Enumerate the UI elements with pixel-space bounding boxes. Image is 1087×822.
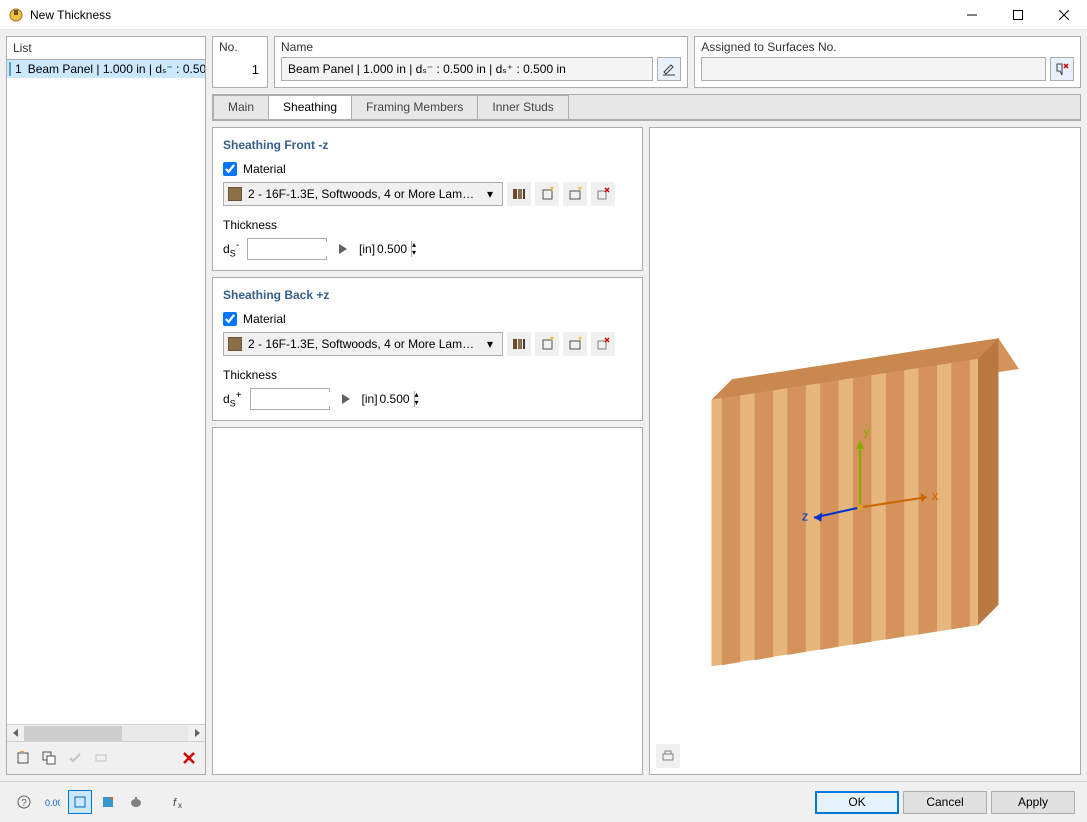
- view-mode-button[interactable]: [68, 790, 92, 814]
- print-preview-button[interactable]: [656, 744, 680, 768]
- sheathing-front-thickness-input[interactable]: [248, 242, 411, 256]
- list-item-swatch: [9, 62, 11, 76]
- no-value[interactable]: 1: [213, 57, 267, 87]
- sheathing-front-material-checkbox[interactable]: [223, 162, 237, 176]
- axis-z-label: z: [801, 509, 808, 524]
- name-label: Name: [275, 37, 687, 57]
- units-button[interactable]: 0.00: [40, 790, 64, 814]
- render-button[interactable]: [124, 790, 148, 814]
- axis-y-label: y: [863, 424, 870, 439]
- material-new-button[interactable]: [535, 332, 559, 356]
- preview-pane: x y z: [649, 127, 1082, 775]
- window-title: New Thickness: [30, 8, 949, 22]
- cancel-button[interactable]: Cancel: [903, 791, 987, 814]
- sheathing-back-material-label: Material: [243, 312, 286, 326]
- edit-name-button[interactable]: [657, 57, 681, 81]
- function-button[interactable]: fx: [166, 790, 190, 814]
- new-item-button[interactable]: [11, 746, 35, 770]
- sheathing-front-variable: dS-: [223, 240, 239, 258]
- sheathing-back-material-checkbox[interactable]: [223, 312, 237, 326]
- scroll-right-icon[interactable]: [188, 725, 205, 742]
- scroll-thumb[interactable]: [24, 726, 122, 741]
- material-swatch-icon: [228, 187, 242, 201]
- name-group: Name: [274, 36, 688, 88]
- svg-text:0.00: 0.00: [45, 798, 60, 808]
- pick-surfaces-button[interactable]: [1050, 57, 1074, 81]
- sheathing-front-thickness-label: Thickness: [223, 218, 632, 232]
- check-button: [63, 746, 87, 770]
- thickness-step-button[interactable]: [338, 388, 354, 410]
- maximize-button[interactable]: [995, 0, 1041, 30]
- no-label: No.: [213, 37, 267, 57]
- sheathing-back-material-select[interactable]: 2 - 16F-1.3E, Softwoods, 4 or More Lams …: [223, 332, 503, 356]
- assigned-label: Assigned to Surfaces No.: [695, 37, 1080, 57]
- close-button[interactable]: [1041, 0, 1087, 30]
- sheathing-back-variable: dS+: [223, 390, 242, 408]
- list-item[interactable]: 1 Beam Panel | 1.000 in | dₛ⁻ : 0.50: [7, 60, 205, 78]
- material-library-button[interactable]: [507, 332, 531, 356]
- apply-button[interactable]: Apply: [991, 791, 1075, 814]
- material-library-button[interactable]: [507, 182, 531, 206]
- color-button[interactable]: [96, 790, 120, 814]
- preview-canvas[interactable]: x y z: [650, 128, 1081, 774]
- horizontal-scrollbar[interactable]: [7, 724, 205, 741]
- no-group: No. 1: [212, 36, 268, 88]
- chevron-down-icon: ▾: [482, 187, 498, 201]
- sheathing-front-section: Sheathing Front -z Material 2 - 16F-1.3E…: [212, 127, 643, 271]
- sheathing-front-unit: [in]: [359, 242, 375, 256]
- list-body[interactable]: 1 Beam Panel | 1.000 in | dₛ⁻ : 0.50: [7, 60, 205, 724]
- list-pane: List 1 Beam Panel | 1.000 in | dₛ⁻ : 0.5…: [6, 36, 206, 775]
- assigned-input[interactable]: [701, 57, 1046, 81]
- spinner-down-icon[interactable]: ▾: [415, 399, 419, 407]
- list-header: List: [7, 37, 205, 60]
- material-delete-button[interactable]: [591, 332, 615, 356]
- chevron-down-icon: ▾: [482, 337, 498, 351]
- list-item-label: Beam Panel | 1.000 in | dₛ⁻ : 0.50: [28, 62, 205, 76]
- delete-button[interactable]: [177, 746, 201, 770]
- sheathing-front-thickness-spinner[interactable]: ▴ ▾: [247, 238, 327, 260]
- tab-main[interactable]: Main: [213, 95, 269, 119]
- list-actions: [7, 741, 205, 774]
- material-edit-button[interactable]: [563, 182, 587, 206]
- empty-section: [212, 427, 643, 775]
- bottom-bar: ? 0.00 fx OK Cancel Apply: [0, 781, 1087, 822]
- app-icon: [8, 7, 24, 23]
- scroll-left-icon[interactable]: [7, 725, 24, 742]
- svg-text:x: x: [178, 801, 182, 809]
- name-input[interactable]: [281, 57, 653, 81]
- ok-button[interactable]: OK: [815, 791, 899, 814]
- list-item-number: 1: [15, 62, 22, 76]
- material-delete-button[interactable]: [591, 182, 615, 206]
- tab-framing-members[interactable]: Framing Members: [351, 95, 478, 119]
- sheathing-back-material-value: 2 - 16F-1.3E, Softwoods, 4 or More Lams …: [248, 337, 476, 351]
- sheathing-back-thickness-input[interactable]: [251, 392, 414, 406]
- copy-item-button[interactable]: [37, 746, 61, 770]
- spinner-down-icon[interactable]: ▾: [412, 249, 416, 257]
- material-swatch-icon: [228, 337, 242, 351]
- thickness-step-button[interactable]: [335, 238, 351, 260]
- tag-button: [89, 746, 113, 770]
- sheathing-back-unit: [in]: [362, 392, 378, 406]
- material-edit-button[interactable]: [563, 332, 587, 356]
- sheathing-back-thickness-label: Thickness: [223, 368, 632, 382]
- sheathing-front-title: Sheathing Front -z: [223, 138, 632, 152]
- tab-sheathing[interactable]: Sheathing: [268, 95, 352, 119]
- sheathing-back-title: Sheathing Back +z: [223, 288, 632, 302]
- sheathing-back-thickness-spinner[interactable]: ▴ ▾: [250, 388, 330, 410]
- titlebar: New Thickness: [0, 0, 1087, 30]
- sheathing-front-material-label: Material: [243, 162, 286, 176]
- sheathing-back-section: Sheathing Back +z Material 2 - 16F-1.3E,…: [212, 277, 643, 421]
- tab-inner-studs[interactable]: Inner Studs: [477, 95, 568, 119]
- axis-x-label: x: [931, 488, 938, 503]
- sheathing-front-material-value: 2 - 16F-1.3E, Softwoods, 4 or More Lams …: [248, 187, 476, 201]
- tabs: Main Sheathing Framing Members Inner Stu…: [213, 95, 1080, 120]
- svg-text:f: f: [173, 797, 177, 809]
- minimize-button[interactable]: [949, 0, 995, 30]
- assigned-group: Assigned to Surfaces No.: [694, 36, 1081, 88]
- sheathing-front-material-select[interactable]: 2 - 16F-1.3E, Softwoods, 4 or More Lams …: [223, 182, 503, 206]
- help-button[interactable]: ?: [12, 790, 36, 814]
- material-new-button[interactable]: [535, 182, 559, 206]
- svg-text:?: ?: [21, 798, 27, 809]
